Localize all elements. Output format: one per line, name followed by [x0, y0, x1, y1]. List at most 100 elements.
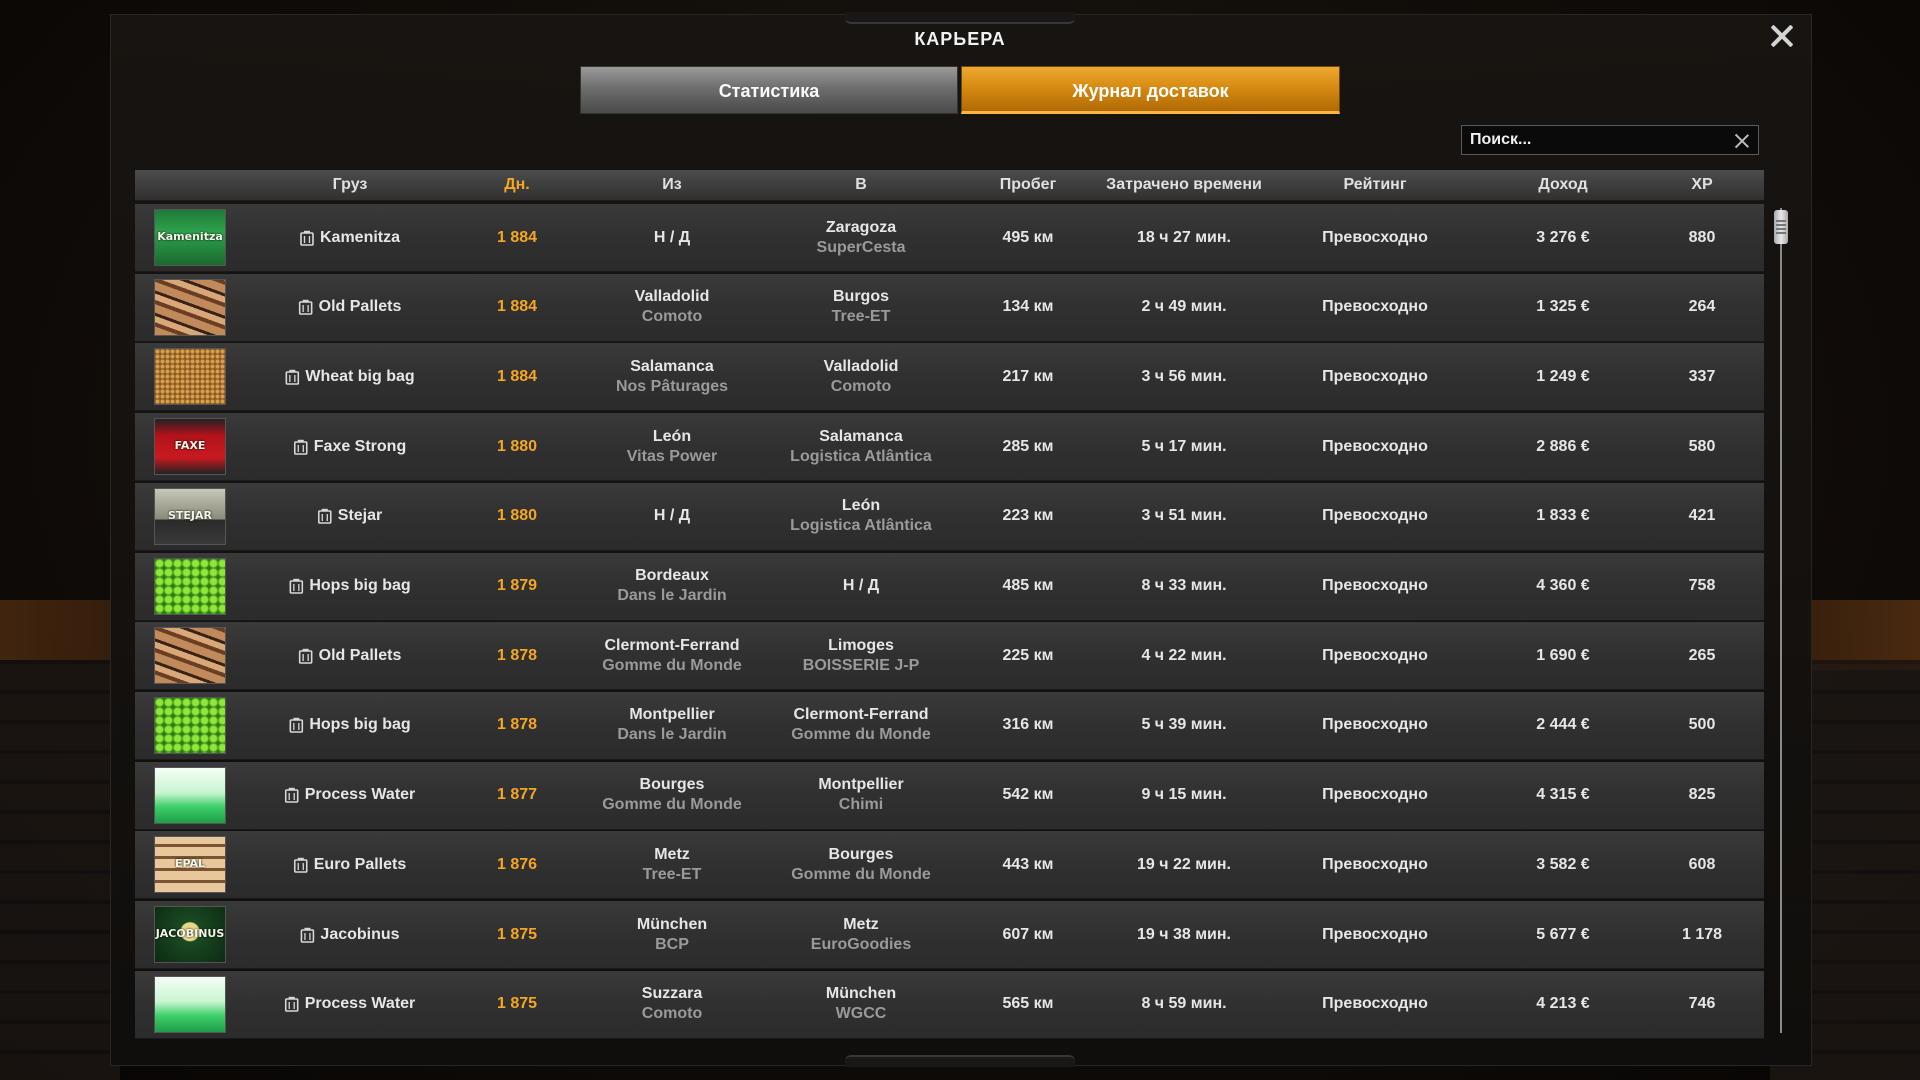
table-row[interactable]: Process Water 1 877 Bourges Gomme du Monde M… — [135, 761, 1764, 830]
table-row[interactable]: Process Water 1 875 Suzzara Comoto München WG… — [135, 970, 1764, 1039]
column-xp[interactable]: XP — [1691, 170, 1712, 200]
day-value: 1 884 — [496, 367, 538, 385]
to-cell: Limoges BOISSERIE J-P — [803, 622, 919, 689]
xp-value: 758 — [1688, 577, 1716, 594]
to-cell: Bourges Gomme du Monde — [791, 831, 931, 898]
search-input[interactable] — [1470, 130, 1710, 150]
cargo-name: Faxe Strong — [313, 437, 407, 455]
cargo-icon — [300, 927, 315, 943]
xp-value: 1 178 — [1681, 925, 1723, 943]
column-cargo[interactable]: Груз — [333, 170, 368, 200]
from-city: León — [652, 427, 692, 445]
cargo-image-hops — [154, 557, 226, 615]
table-row[interactable]: FAXE Faxe Strong 1 880 León Vitas Power Salam… — [135, 413, 1764, 482]
table-row[interactable]: JACOBINUS Jacobinus 1 875 München BCP Metz Eur… — [135, 901, 1764, 969]
from-company: BCP — [655, 935, 689, 953]
day-value: 1 878 — [496, 716, 538, 734]
table-row[interactable]: STEJAR Stejar 1 880 Н / Д León Logistica Atlâ… — [135, 482, 1764, 551]
cargo-icon — [293, 439, 308, 455]
income-value: 5 677 € — [1536, 925, 1590, 943]
time-value: 8 ч 59 мин. — [1141, 995, 1227, 1013]
distance-value: 223 км — [1002, 507, 1054, 525]
from-city: Salamanca — [630, 357, 714, 375]
cargo-icon — [317, 508, 332, 525]
cargo-name: Process Water — [304, 995, 416, 1013]
from-company: Nos Pâturages — [615, 377, 729, 395]
table-row[interactable]: Kamenitza Kamenitza 1 884 Н / Д Zaragoza Supe… — [135, 204, 1764, 272]
from-cell: Salamanca Nos Pâturages — [616, 343, 728, 410]
table-row[interactable]: EPAL Euro Pallets 1 876 Metz Tree-ET Bourges G… — [135, 831, 1764, 900]
cargo-image-label: STEJAR — [167, 508, 213, 522]
cargo-cell: Kamenitza — [300, 204, 400, 271]
cargo-image-hops — [154, 696, 226, 754]
xp-value: 264 — [1688, 298, 1716, 316]
table-row[interactable]: Old Pallets 1 884 Valladolid Comoto Burgos Tr… — [135, 273, 1764, 342]
cargo-icon — [285, 369, 300, 385]
cargo-image-water — [154, 766, 226, 824]
day-value: 1 879 — [496, 577, 538, 594]
scrollbar-track[interactable] — [1780, 208, 1782, 1033]
column-distance[interactable]: Пробег — [1000, 170, 1057, 200]
cargo-image-kamenitza-beer: Kamenitza — [154, 209, 226, 266]
day-value: 1 877 — [496, 786, 538, 804]
cargo-icon — [284, 787, 299, 803]
column-rating[interactable]: Рейтинг — [1343, 170, 1406, 200]
rating-value: Превосходно — [1322, 786, 1428, 804]
rating-value: Превосходно — [1322, 995, 1428, 1013]
xp-value: 580 — [1688, 437, 1716, 455]
column-time[interactable]: Затрачено времени — [1106, 170, 1262, 200]
cargo-name: Hops big bag — [309, 577, 411, 594]
xp-value: 880 — [1688, 228, 1716, 246]
cargo-name: Jacobinus — [320, 925, 400, 943]
income-value: 1 690 € — [1536, 646, 1590, 664]
to-city: Salamanca — [819, 427, 903, 445]
from-city: Н / Д — [653, 228, 691, 246]
from-cell: Suzzara Comoto — [642, 971, 702, 1038]
income-value: 1 325 € — [1536, 298, 1590, 316]
cargo-image-old-pallets — [154, 278, 226, 336]
cargo-image-label: FAXE — [174, 439, 206, 453]
cargo-name: Hops big bag — [309, 716, 411, 734]
cargo-image-label: JACOBINUS — [155, 927, 225, 940]
window-bottom-notch — [845, 1055, 1075, 1067]
table-row[interactable]: Wheat big bag 1 884 Salamanca Nos Pâturages… — [135, 343, 1764, 412]
scrollbar-thumb[interactable] — [1774, 210, 1788, 244]
cargo-cell: Old Pallets — [298, 274, 401, 341]
day-value: 1 875 — [496, 995, 538, 1013]
cargo-cell: Wheat big bag — [285, 343, 415, 410]
cargo-image-label: EPAL — [174, 857, 206, 871]
to-cell: Valladolid Comoto — [824, 343, 899, 410]
table-row[interactable]: Hops big bag 1 879 Bordeaux Dans le Jardin Н… — [135, 552, 1764, 621]
cargo-icon — [289, 578, 304, 594]
from-city: Metz — [654, 845, 690, 863]
time-value: 5 ч 17 мин. — [1141, 437, 1227, 455]
tab-statistics[interactable]: Статистика — [580, 66, 958, 114]
table-row[interactable]: Hops big bag 1 878 Montpellier Dans le Jard… — [135, 691, 1764, 760]
column-to[interactable]: В — [855, 170, 867, 200]
xp-value: 825 — [1688, 786, 1716, 804]
time-value: 4 ч 22 мин. — [1141, 646, 1227, 664]
column-income[interactable]: Доход — [1538, 170, 1587, 200]
to-cell: Clermont-Ferrand Gomme du Monde — [791, 692, 931, 759]
close-icon[interactable] — [1768, 22, 1796, 50]
from-cell: Montpellier Dans le Jardin — [617, 692, 726, 759]
rating-value: Превосходно — [1322, 716, 1428, 734]
cargo-cell: Faxe Strong — [293, 413, 407, 480]
from-city: Bordeaux — [635, 567, 709, 584]
distance-value: 225 км — [1002, 646, 1054, 664]
cargo-name: Process Water — [304, 786, 416, 804]
cargo-name: Kamenitza — [319, 228, 401, 246]
distance-value: 607 км — [1002, 925, 1054, 943]
table-row[interactable]: Old Pallets 1 878 Clermont-Ferrand Gomme du… — [135, 622, 1764, 691]
cargo-image-old-pallets — [154, 627, 226, 685]
time-value: 8 ч 33 мин. — [1141, 577, 1227, 594]
column-day[interactable]: Дн. — [504, 170, 530, 200]
day-value: 1 884 — [496, 228, 538, 246]
to-company: EuroGoodies — [810, 935, 912, 953]
clear-search-icon[interactable] — [1734, 133, 1750, 149]
tab-delivery-log[interactable]: Журнал доставок — [961, 66, 1340, 114]
income-value: 3 276 € — [1536, 228, 1590, 246]
to-company: Comoto — [830, 377, 892, 395]
column-from[interactable]: Из — [662, 170, 681, 200]
from-city: Clermont-Ferrand — [604, 636, 740, 654]
